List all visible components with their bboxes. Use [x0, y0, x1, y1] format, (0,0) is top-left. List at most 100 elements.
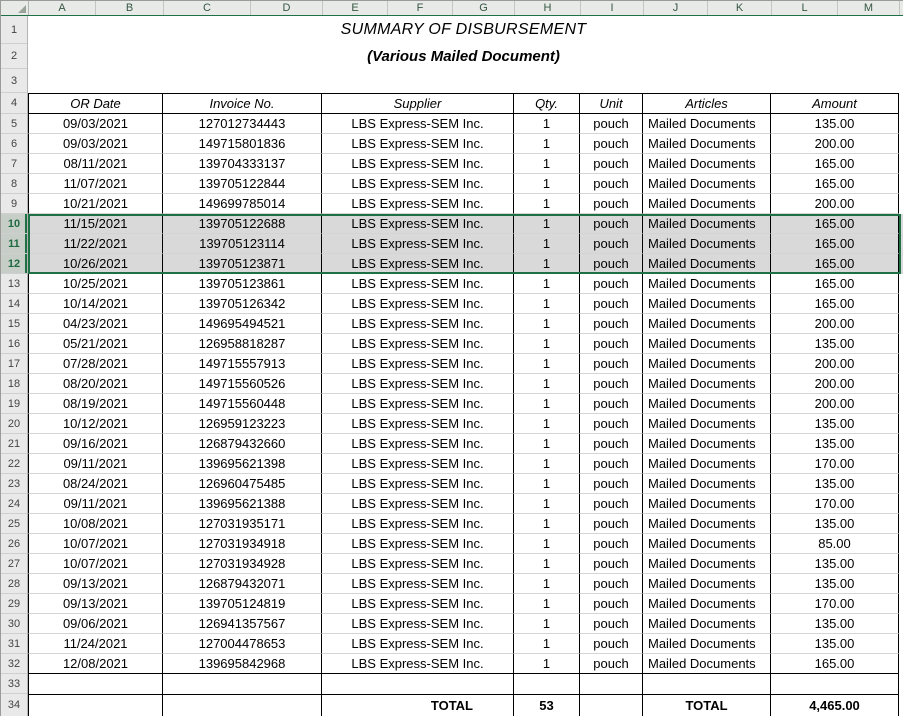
- header-cell-supplier[interactable]: Supplier: [322, 93, 514, 114]
- cell-invoice-no[interactable]: 127031934918: [163, 534, 322, 554]
- row-header-33[interactable]: 33: [1, 674, 27, 694]
- cell-invoice-no[interactable]: 139704333137: [163, 154, 322, 174]
- cell-amount[interactable]: 170.00: [771, 454, 899, 474]
- total-label-supplier[interactable]: TOTAL: [322, 694, 514, 716]
- cell-or-date[interactable]: 05/21/2021: [28, 334, 163, 354]
- cell-invoice-no[interactable]: 149715801836: [163, 134, 322, 154]
- cell-unit[interactable]: pouch: [580, 174, 643, 194]
- cell-supplier[interactable]: LBS Express-SEM Inc.: [322, 574, 514, 594]
- cell-supplier[interactable]: LBS Express-SEM Inc.: [322, 534, 514, 554]
- column-header-F[interactable]: F: [388, 1, 453, 15]
- cell-invoice-no[interactable]: [163, 674, 322, 694]
- row-header-7[interactable]: 7: [1, 154, 27, 174]
- cell-articles[interactable]: Mailed Documents: [643, 634, 771, 654]
- column-header-L[interactable]: L: [772, 1, 838, 15]
- cell-articles[interactable]: Mailed Documents: [643, 594, 771, 614]
- row-header-1[interactable]: 1: [1, 16, 27, 44]
- cell-supplier[interactable]: LBS Express-SEM Inc.: [322, 174, 514, 194]
- cell-amount[interactable]: 170.00: [771, 494, 899, 514]
- column-header-A[interactable]: A: [29, 1, 96, 15]
- row-header-10[interactable]: 10: [1, 214, 27, 234]
- cell-invoice-no[interactable]: 149715557913: [163, 354, 322, 374]
- header-cell-articles[interactable]: Articles: [643, 93, 771, 114]
- row-header-34[interactable]: 34: [1, 694, 27, 716]
- cell-invoice-no[interactable]: 126879432071: [163, 574, 322, 594]
- cell-amount[interactable]: 200.00: [771, 134, 899, 154]
- cell-qty[interactable]: [514, 674, 580, 694]
- cell-articles[interactable]: Mailed Documents: [643, 134, 771, 154]
- cell-articles[interactable]: Mailed Documents: [643, 194, 771, 214]
- cell-invoice-no[interactable]: [163, 694, 322, 716]
- cell-qty[interactable]: 1: [514, 574, 580, 594]
- cell-articles[interactable]: Mailed Documents: [643, 254, 771, 274]
- cell-qty[interactable]: 1: [514, 414, 580, 434]
- cell-or-date[interactable]: 11/15/2021: [28, 214, 163, 234]
- cell-qty[interactable]: 1: [514, 434, 580, 454]
- cell-qty[interactable]: 1: [514, 254, 580, 274]
- cell-supplier[interactable]: LBS Express-SEM Inc.: [322, 514, 514, 534]
- cell-articles[interactable]: Mailed Documents: [643, 234, 771, 254]
- cell-supplier[interactable]: LBS Express-SEM Inc.: [322, 134, 514, 154]
- cell-unit[interactable]: pouch: [580, 614, 643, 634]
- cell-supplier[interactable]: LBS Express-SEM Inc.: [322, 194, 514, 214]
- row-header-22[interactable]: 22: [1, 454, 27, 474]
- cell-unit[interactable]: pouch: [580, 254, 643, 274]
- cell-unit[interactable]: pouch: [580, 454, 643, 474]
- cell-supplier[interactable]: LBS Express-SEM Inc.: [322, 634, 514, 654]
- cell-amount[interactable]: 165.00: [771, 234, 899, 254]
- cell-qty[interactable]: 1: [514, 354, 580, 374]
- cell-or-date[interactable]: 10/08/2021: [28, 514, 163, 534]
- cell-invoice-no[interactable]: 126941357567: [163, 614, 322, 634]
- row-header-31[interactable]: 31: [1, 634, 27, 654]
- column-header-H[interactable]: H: [515, 1, 581, 15]
- cell-or-date[interactable]: 09/13/2021: [28, 574, 163, 594]
- column-header-M[interactable]: M: [838, 1, 900, 15]
- cell-invoice-no[interactable]: 126959123223: [163, 414, 322, 434]
- row-header-19[interactable]: 19: [1, 394, 27, 414]
- header-cell-invoice-no[interactable]: Invoice No.: [163, 93, 322, 114]
- cell-supplier[interactable]: LBS Express-SEM Inc.: [322, 554, 514, 574]
- cell-invoice-no[interactable]: 127004478653: [163, 634, 322, 654]
- cell-or-date[interactable]: 09/03/2021: [28, 114, 163, 134]
- header-cell-qty[interactable]: Qty.: [514, 93, 580, 114]
- cell-articles[interactable]: Mailed Documents: [643, 114, 771, 134]
- cell-or-date[interactable]: 09/11/2021: [28, 494, 163, 514]
- cell-supplier[interactable]: LBS Express-SEM Inc.: [322, 454, 514, 474]
- cell-unit[interactable]: pouch: [580, 134, 643, 154]
- cell-qty[interactable]: 1: [514, 154, 580, 174]
- cell-supplier[interactable]: LBS Express-SEM Inc.: [322, 494, 514, 514]
- cell-supplier[interactable]: LBS Express-SEM Inc.: [322, 354, 514, 374]
- cell-articles[interactable]: Mailed Documents: [643, 534, 771, 554]
- column-header-E[interactable]: E: [323, 1, 388, 15]
- cell-supplier[interactable]: LBS Express-SEM Inc.: [322, 114, 514, 134]
- cell-amount[interactable]: 135.00: [771, 414, 899, 434]
- cell-or-date[interactable]: 11/22/2021: [28, 234, 163, 254]
- cell-articles[interactable]: Mailed Documents: [643, 394, 771, 414]
- cell-unit[interactable]: pouch: [580, 414, 643, 434]
- cell-amount[interactable]: 200.00: [771, 314, 899, 334]
- row-header-25[interactable]: 25: [1, 514, 27, 534]
- cell-invoice-no[interactable]: 139705122688: [163, 214, 322, 234]
- cell-unit[interactable]: pouch: [580, 594, 643, 614]
- cell-unit[interactable]: pouch: [580, 374, 643, 394]
- cell-amount[interactable]: 135.00: [771, 574, 899, 594]
- cell-supplier[interactable]: LBS Express-SEM Inc.: [322, 154, 514, 174]
- cell-invoice-no[interactable]: 126960475485: [163, 474, 322, 494]
- row-header-16[interactable]: 16: [1, 334, 27, 354]
- cell-or-date[interactable]: 09/13/2021: [28, 594, 163, 614]
- cell-or-date[interactable]: 10/26/2021: [28, 254, 163, 274]
- cell-amount[interactable]: 200.00: [771, 354, 899, 374]
- cell-invoice-no[interactable]: 149715560448: [163, 394, 322, 414]
- cell-amount[interactable]: 200.00: [771, 374, 899, 394]
- cell-unit[interactable]: pouch: [580, 234, 643, 254]
- cell-qty[interactable]: 1: [514, 274, 580, 294]
- cell-articles[interactable]: Mailed Documents: [643, 154, 771, 174]
- cell-amount[interactable]: 135.00: [771, 614, 899, 634]
- total-label-articles[interactable]: TOTAL: [643, 694, 771, 716]
- cell-or-date[interactable]: 09/11/2021: [28, 454, 163, 474]
- cell-invoice-no[interactable]: 139705124819: [163, 594, 322, 614]
- cell-unit[interactable]: [580, 674, 643, 694]
- cell-invoice-no[interactable]: 149715560526: [163, 374, 322, 394]
- cell-or-date[interactable]: 10/25/2021: [28, 274, 163, 294]
- row-header-15[interactable]: 15: [1, 314, 27, 334]
